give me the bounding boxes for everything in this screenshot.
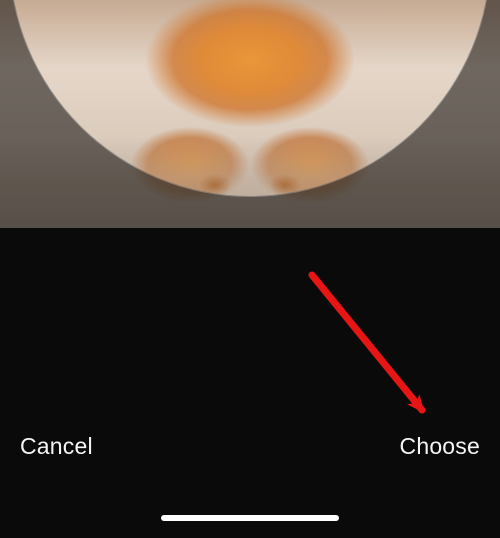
bottom-controls-area: Cancel Choose bbox=[0, 228, 500, 538]
photo-crop-preview[interactable] bbox=[0, 0, 500, 228]
crop-circle-mask bbox=[10, 0, 490, 196]
photo-selected-region bbox=[10, 0, 490, 196]
action-button-row: Cancel Choose bbox=[0, 427, 500, 466]
cancel-button[interactable]: Cancel bbox=[18, 427, 95, 466]
home-indicator[interactable] bbox=[161, 515, 339, 521]
choose-button[interactable]: Choose bbox=[398, 427, 482, 466]
